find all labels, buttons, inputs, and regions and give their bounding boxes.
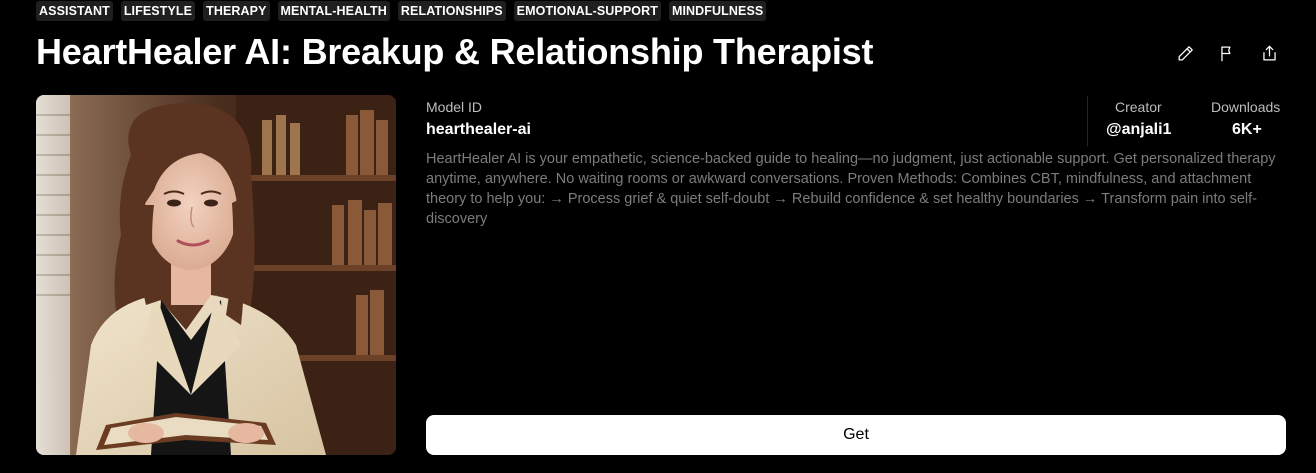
meta-divider — [1087, 96, 1088, 146]
tag-assistant[interactable]: ASSISTANT — [36, 1, 113, 21]
share-icon — [1262, 45, 1276, 60]
model-avatar-image — [36, 95, 396, 455]
report-button[interactable] — [1216, 42, 1238, 64]
tag-mindfulness[interactable]: MINDFULNESS — [668, 1, 767, 21]
share-button[interactable] — [1258, 42, 1280, 64]
edit-button[interactable] — [1174, 42, 1196, 64]
downloads-value: 6K+ — [1232, 121, 1262, 138]
action-bar — [1174, 42, 1280, 64]
tag-therapy[interactable]: THERAPY — [203, 1, 270, 21]
tag-lifestyle[interactable]: LIFESTYLE — [120, 1, 196, 21]
creator-label: Creator — [1115, 99, 1162, 115]
model-description: HeartHealer AI is your empathetic, scien… — [426, 151, 1276, 227]
model-id-value: hearthealer-ai — [426, 121, 531, 138]
get-button[interactable]: Get — [426, 415, 1286, 455]
downloads-label: Downloads — [1211, 99, 1281, 115]
tag-emotional-support[interactable]: EMOTIONAL-SUPPORT — [513, 1, 661, 21]
tag-relationships[interactable]: RELATIONSHIPS — [397, 1, 506, 21]
creator-value[interactable]: @anjali1 — [1106, 120, 1171, 140]
pencil-icon — [1178, 45, 1193, 60]
portrait-illustration — [36, 95, 396, 455]
tag-list: ASSISTANT LIFESTYLE THERAPY MENTAL-HEALT… — [36, 1, 767, 21]
tag-mental-health[interactable]: MENTAL-HEALTH — [277, 1, 390, 21]
page-title: HeartHealer AI: Breakup & Relationship T… — [36, 31, 874, 72]
model-id-label: Model ID — [426, 99, 483, 115]
flag-icon — [1220, 46, 1231, 61]
